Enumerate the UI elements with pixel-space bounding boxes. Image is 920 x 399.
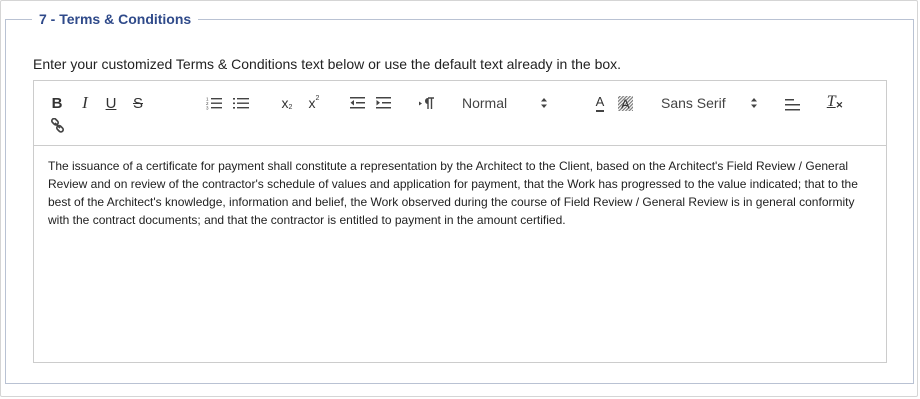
subscript-button[interactable]: x2: [277, 93, 297, 113]
superscript-button[interactable]: x2: [304, 93, 324, 113]
indent-button[interactable]: [375, 93, 391, 113]
superscript-mark: 2: [315, 94, 320, 102]
header-picker[interactable]: Normal: [462, 93, 548, 113]
text-color-button[interactable]: A: [592, 93, 608, 113]
bullet-list-button[interactable]: [232, 93, 250, 113]
underline-button[interactable]: U: [104, 93, 118, 113]
bullet-list-icon: [233, 98, 249, 109]
text-direction-button[interactable]: [418, 93, 436, 113]
align-button[interactable]: [783, 94, 801, 114]
background-color-button[interactable]: A: [616, 93, 634, 113]
strike-button[interactable]: S: [131, 93, 145, 113]
font-picker[interactable]: Sans Serif: [661, 93, 758, 113]
text-color-glyph: A: [595, 95, 605, 112]
link-icon: [50, 117, 64, 133]
background-color-icon: A: [617, 95, 633, 111]
subscript-glyph: x: [281, 95, 289, 111]
ordered-list-icon: 1 2 3: [206, 97, 222, 111]
picker-arrows-icon: [541, 98, 547, 108]
editor-content[interactable]: The issuance of a certificate for paymen…: [48, 157, 874, 229]
subscript-mark: 2: [288, 103, 293, 111]
header-picker-label: Normal: [462, 95, 508, 111]
terms-section: 7 - Terms & Conditions Enter your custom…: [5, 11, 914, 384]
outdent-button[interactable]: [349, 93, 365, 113]
text-direction-icon: [419, 96, 434, 109]
editor-toolbar: B I U S 1 2 3 x 2 x 2 Normal A A Sans Se…: [34, 81, 886, 146]
bold-button[interactable]: B: [51, 93, 63, 113]
clean-format-glyph: T: [826, 93, 836, 110]
font-picker-label: Sans Serif: [661, 95, 726, 111]
picker-arrows-icon: [751, 98, 757, 108]
background-color-glyph: A: [621, 96, 630, 111]
section-legend: 7 - Terms & Conditions: [39, 11, 192, 27]
link-button[interactable]: [49, 115, 65, 135]
rich-text-editor: B I U S 1 2 3 x 2 x 2 Normal A A Sans Se…: [33, 80, 887, 363]
intro-text: Enter your customized Terms & Conditions…: [33, 56, 622, 72]
superscript-glyph: x: [308, 95, 316, 111]
clean-format-button[interactable]: T ✕: [826, 92, 844, 112]
indent-icon: [375, 97, 391, 109]
align-icon: [784, 99, 800, 111]
italic-button[interactable]: I: [79, 93, 91, 113]
outdent-icon: [349, 97, 365, 109]
clear-x-icon: ✕: [835, 99, 844, 110]
ordered-list-button[interactable]: 1 2 3: [205, 93, 223, 113]
svg-text:3: 3: [206, 106, 209, 111]
